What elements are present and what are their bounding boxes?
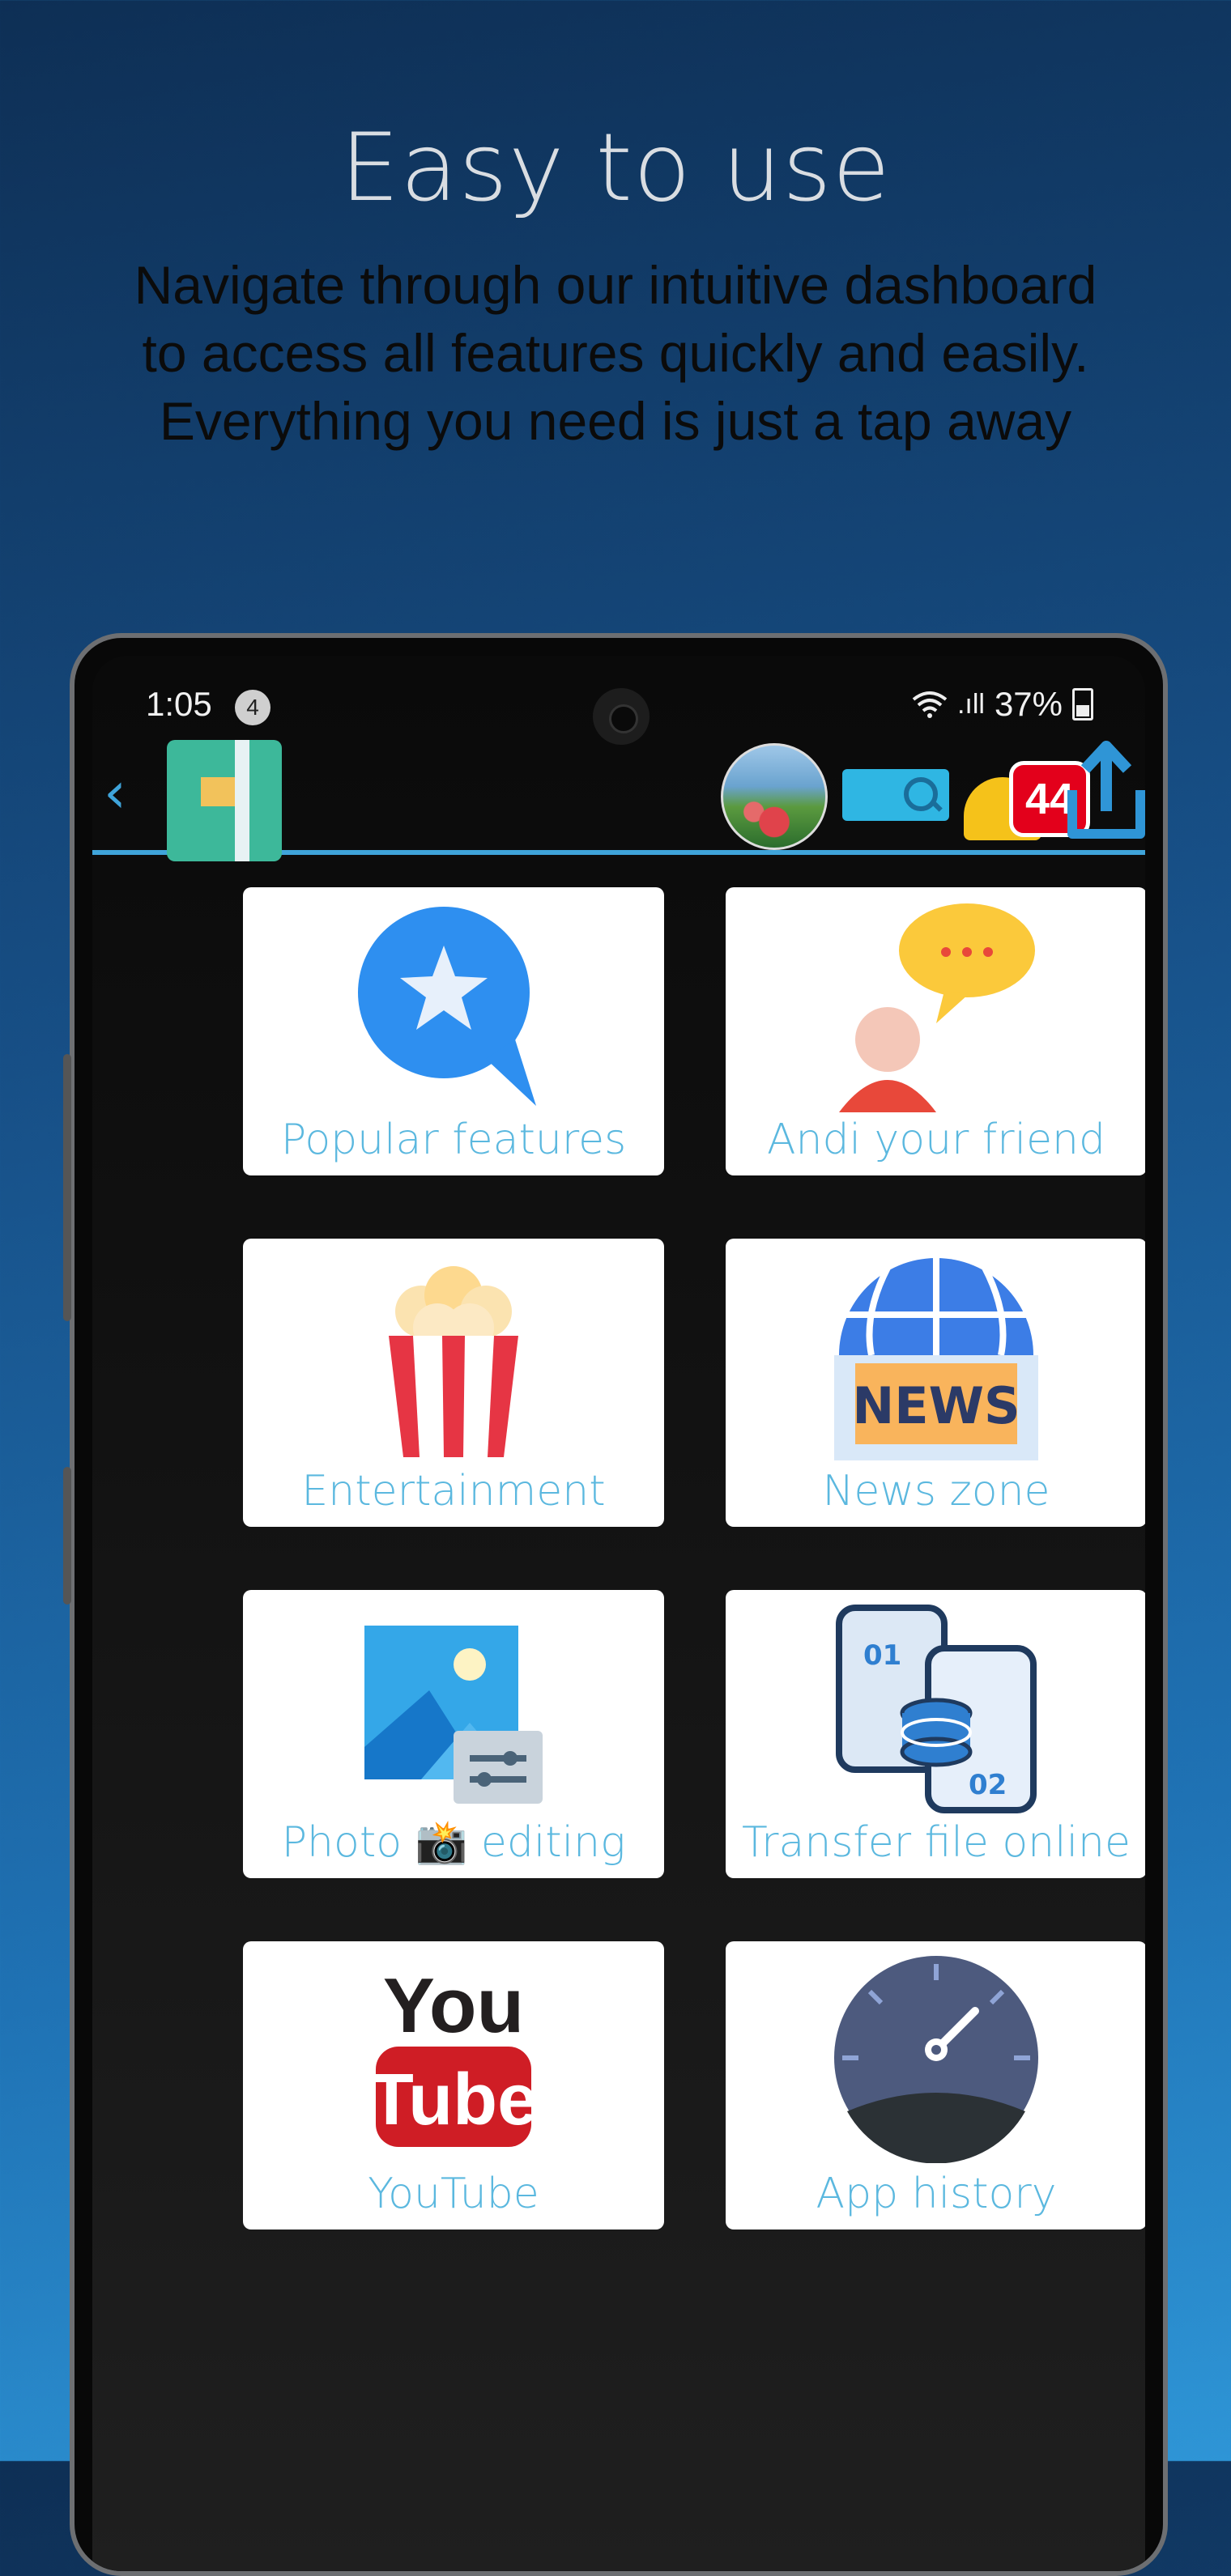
tile-label: App history [816,2170,1057,2218]
tile-entertainment[interactable]: Entertainment [243,1239,664,1527]
promo-headline: Easy to use [340,113,891,223]
tile-label: Photo 📸 editing [281,1818,626,1867]
tile-transfer-file-online[interactable]: 01 02 Transfer file online [726,1590,1145,1878]
app-bar: ‹ 44 [92,733,1145,861]
tile-andi-your-friend[interactable]: Andi your friend [726,887,1145,1175]
youtube-icon: You Tube [369,1962,538,2147]
volume-button [63,1054,71,1321]
svg-text:NEWS: NEWS [852,1376,1020,1435]
status-bar: 1:05 4 .ıll 37% [92,656,1145,745]
chevron-left-icon[interactable]: ‹ [104,759,126,826]
tile-photo-editing[interactable]: Photo 📸 editing [243,1590,664,1878]
person-speech-icon [839,903,1035,1112]
notification-count-badge: 4 [235,690,270,725]
tile-news-zone[interactable]: NEWS News zone [726,1239,1145,1527]
search-icon [904,777,938,811]
gauge-icon [834,1956,1038,2163]
phone-transfer-icon: 01 02 [836,1605,1037,1813]
tile-popular-features[interactable]: Popular features [243,887,664,1175]
tile-label: YouTube [368,2170,539,2218]
battery-percent: 37% [994,685,1063,723]
notebook-icon[interactable] [167,740,282,861]
signal-icon: .ıll [956,688,985,720]
phone-frame: 1:05 4 .ıll 37% ‹ 44 Popular features An… [63,633,1168,2576]
tile-label: News zone [822,1467,1050,1515]
photo-edit-icon [364,1626,543,1804]
star-chat-icon [358,907,536,1106]
news-globe-icon: NEWS [834,1258,1038,1460]
svg-text:02: 02 [969,1769,1007,1801]
popcorn-icon [389,1266,518,1457]
svg-text:01: 01 [863,1639,901,1672]
svg-text:Tube: Tube [369,2060,538,2140]
tile-label: Andi your friend [766,1116,1106,1164]
tile-label: Entertainment [301,1467,606,1515]
tile-youtube[interactable]: You Tube YouTube [243,1941,664,2230]
status-time: 1:05 [146,685,212,723]
battery-icon [1072,688,1093,721]
power-button [63,1467,71,1605]
tile-label: Popular features [280,1116,627,1164]
phone-screen: 1:05 4 .ıll 37% ‹ 44 Popular features An… [92,656,1145,2571]
svg-text:You: You [383,1962,524,2049]
promo-subline: Navigate through our intuitive dashboard… [134,255,1097,451]
avatar[interactable] [721,743,828,850]
wifi-icon [912,691,948,718]
notifications-button[interactable]: 44 [956,761,1090,842]
search-button[interactable] [842,769,949,821]
tile-label: Transfer file online [742,1818,1131,1867]
tile-app-history[interactable]: App history [726,1941,1145,2230]
share-icon[interactable] [1056,733,1145,847]
status-right: .ıll 37% [912,685,1093,724]
